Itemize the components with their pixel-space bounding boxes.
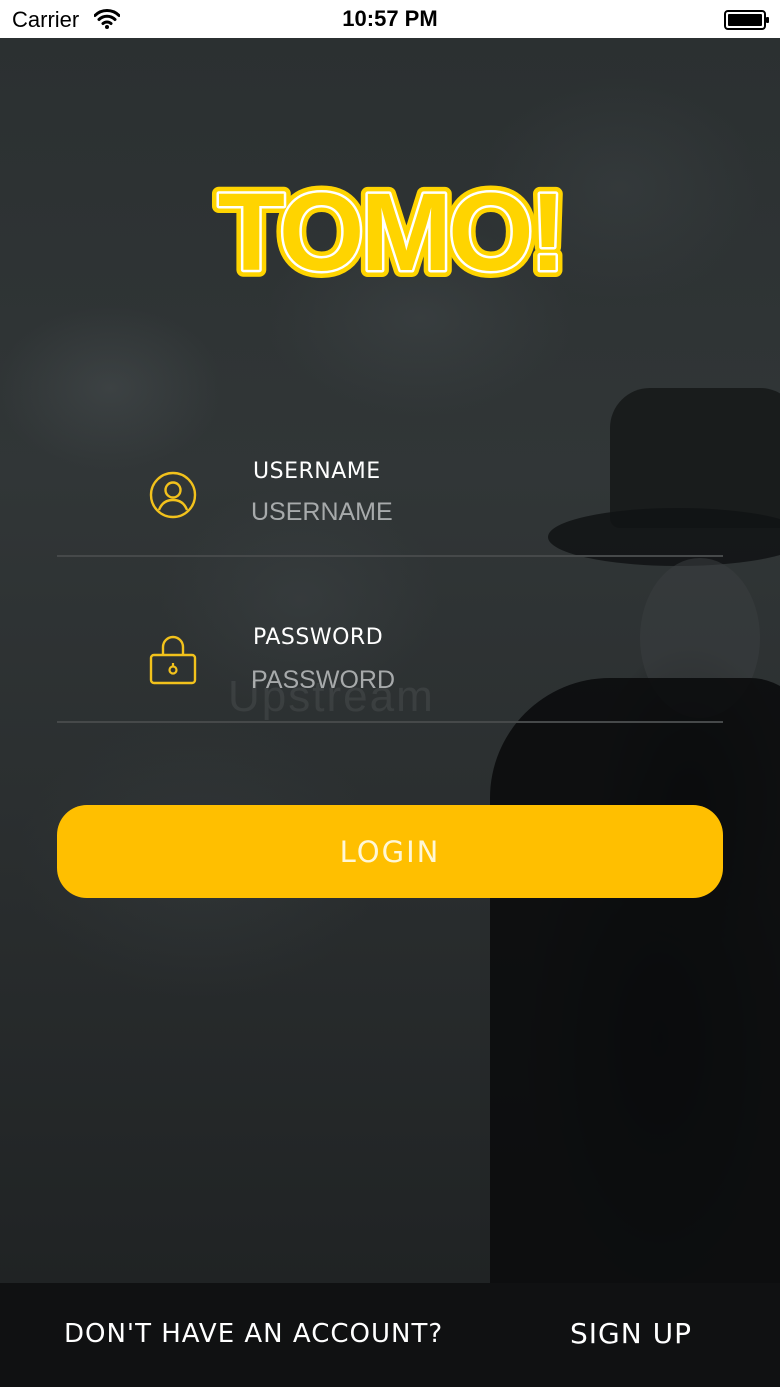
status-time: 10:57 PM [342,6,438,31]
username-field-group: USERNAME [57,437,723,557]
app-logo: TOMO! TOMO! TOMO! [211,168,574,288]
footer-bar: DON'T HAVE AN ACCOUNT? SIGN UP [0,1283,780,1387]
figure-silhouette [490,678,780,1283]
password-label: PASSWORD [253,625,384,650]
user-circle-icon [149,471,197,519]
no-account-prompt: DON'T HAVE AN ACCOUNT? [64,1319,444,1349]
battery-icon [724,10,769,30]
username-input[interactable] [251,495,711,529]
username-underline [57,555,723,557]
watermark: Upstream [228,672,435,721]
sign-up-link[interactable]: SIGN UP [570,1317,692,1350]
padlock-icon [149,635,197,685]
status-bar: Carrier 10:57 PM [0,0,780,38]
username-label: USERNAME [253,459,381,484]
logo-fill: TOMO! [218,171,563,288]
login-button[interactable]: LOGIN [57,805,723,898]
